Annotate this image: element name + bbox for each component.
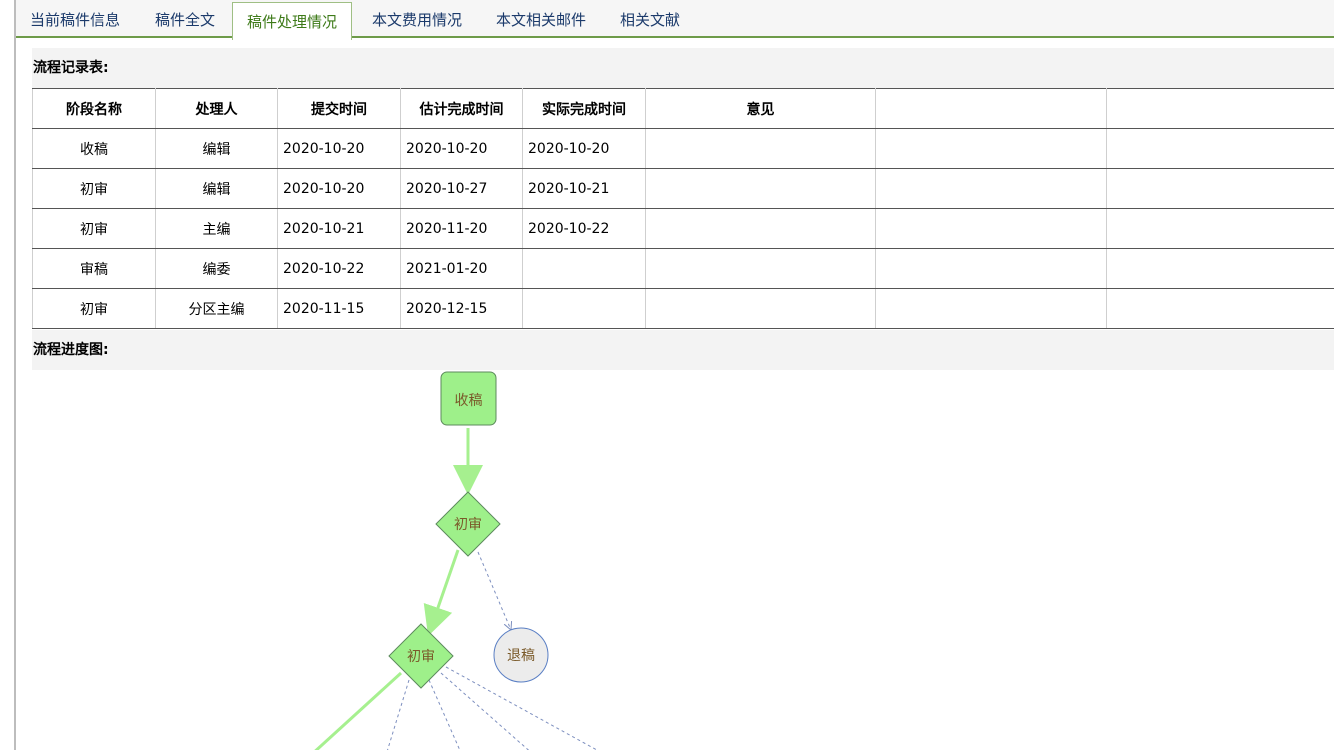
table-cell: 编辑: [155, 128, 278, 169]
edge-review1-to-reject: [477, 551, 511, 630]
tab-bar: 当前稿件信息 稿件全文 稿件处理情况 本文费用情况 本文相关邮件 相关文献: [16, 0, 1334, 40]
table-row: 初审 编辑 2020-10-20 2020-10-27 2020-10-21: [32, 168, 1334, 209]
table-cell: [645, 128, 876, 169]
progress-diagram: 收稿 初审 初审 退稿: [314, 371, 598, 750]
table-cell: [645, 208, 876, 249]
table-cell: 2020-10-20: [522, 128, 646, 169]
column-header: 实际完成时间: [522, 88, 646, 129]
edge-review2-dashed-3: [440, 672, 530, 750]
table-cell: 编委: [155, 248, 278, 289]
table-cell: 分区主编: [155, 288, 278, 329]
edge-review2-dashed-2: [428, 679, 461, 750]
node-review2-label: 初审: [407, 648, 435, 665]
table-cell: [875, 168, 1107, 209]
column-header: 意见: [645, 88, 876, 129]
table-cell: [645, 168, 876, 209]
table-cell: 2020-10-21: [277, 208, 401, 249]
node-review1-label: 初审: [454, 516, 482, 533]
table-cell: 初审: [32, 168, 156, 209]
table-cell: 审稿: [32, 248, 156, 289]
tab-related-literature[interactable]: 相关文献: [620, 0, 680, 38]
table-cell: 主编: [155, 208, 278, 249]
table-cell: 2021-01-20: [400, 248, 523, 289]
table-cell: [522, 248, 646, 289]
edge-review1-to-review2: [423, 549, 460, 637]
table-cell: 2020-10-20: [277, 128, 401, 169]
table-cell: 2020-10-20: [277, 168, 401, 209]
column-header: 处理人: [155, 88, 278, 129]
tab-related-mail[interactable]: 本文相关邮件: [496, 0, 586, 38]
table-cell: 2020-10-22: [522, 208, 646, 249]
table-cell: [875, 208, 1107, 249]
table-row: 初审 主编 2020-10-21 2020-11-20 2020-10-22: [32, 208, 1334, 249]
tab-full-text[interactable]: 稿件全文: [155, 0, 215, 38]
table-cell: 收稿: [32, 128, 156, 169]
table-cell: 初审: [32, 288, 156, 329]
node-reject[interactable]: 退稿: [493, 627, 549, 683]
records-table: 阶段名称 处理人 提交时间 估计完成时间 实际完成时间 意见 收稿 编辑 202…: [32, 88, 1334, 329]
node-receive[interactable]: 收稿: [440, 371, 497, 426]
table-cell: [1106, 208, 1334, 249]
table-cell: [1106, 128, 1334, 169]
table-cell: 编辑: [155, 168, 278, 209]
node-receive-label: 收稿: [455, 393, 483, 409]
table-cell: 2020-10-27: [400, 168, 523, 209]
table-cell: 2020-11-15: [277, 288, 401, 329]
table-cell: 2020-10-20: [400, 128, 523, 169]
tab-fees[interactable]: 本文费用情况: [372, 0, 462, 38]
table-cell: 初审: [32, 208, 156, 249]
content-frame: 当前稿件信息 稿件全文 稿件处理情况 本文费用情况 本文相关邮件 相关文献 流程…: [14, 0, 1334, 750]
table-cell: [645, 288, 876, 329]
table-cell: 2020-10-22: [277, 248, 401, 289]
table-cell: [1106, 288, 1334, 329]
tab-processing-status[interactable]: 稿件处理情况: [232, 2, 353, 40]
column-header: 提交时间: [277, 88, 401, 129]
table-cell: [875, 248, 1107, 289]
table-cell: [1106, 248, 1334, 289]
node-reject-label: 退稿: [507, 648, 535, 664]
table-header-row: 阶段名称 处理人 提交时间 估计完成时间 实际完成时间 意见: [32, 88, 1334, 129]
records-section-title: 流程记录表:: [32, 48, 1334, 88]
edge-review2-dashed-1: [387, 679, 410, 750]
table-cell: [875, 288, 1107, 329]
progress-section-title: 流程进度图:: [32, 330, 1334, 370]
node-review2[interactable]: 初审: [388, 623, 454, 689]
table-row: 初审 分区主编 2020-11-15 2020-12-15: [32, 288, 1334, 329]
table-row: 收稿 编辑 2020-10-20 2020-10-20 2020-10-20: [32, 128, 1334, 169]
table-cell: 2020-12-15: [400, 288, 523, 329]
column-header: [875, 88, 1107, 129]
table-cell: 2020-11-20: [400, 208, 523, 249]
table-cell: 2020-10-21: [522, 168, 646, 209]
table-cell: [522, 288, 646, 329]
column-header: [1106, 88, 1334, 129]
table-cell: [1106, 168, 1334, 209]
node-review1[interactable]: 初审: [435, 491, 501, 557]
table-cell: [875, 128, 1107, 169]
column-header: 估计完成时间: [400, 88, 523, 129]
tab-current-info[interactable]: 当前稿件信息: [30, 0, 120, 38]
edge-review2-down-main: [314, 671, 403, 750]
table-row: 审稿 编委 2020-10-22 2021-01-20: [32, 248, 1334, 289]
column-header: 阶段名称: [32, 88, 156, 129]
table-cell: [645, 248, 876, 289]
